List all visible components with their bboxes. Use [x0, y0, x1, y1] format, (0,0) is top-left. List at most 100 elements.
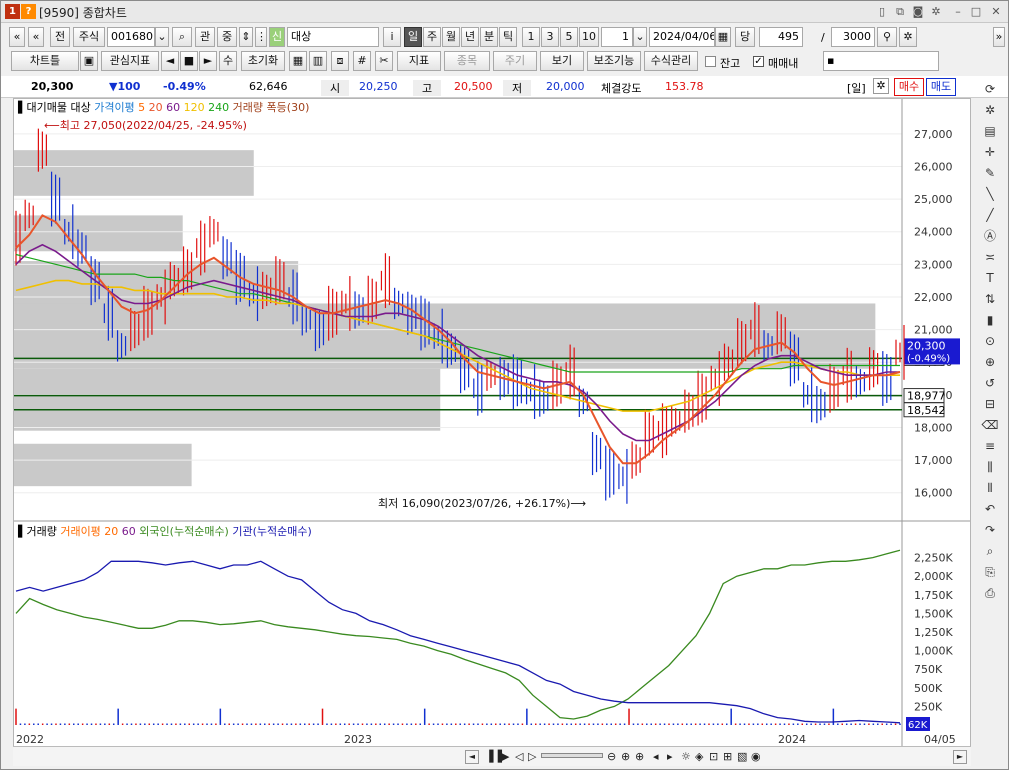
search-icon[interactable]: ⌕	[979, 541, 1001, 561]
scroll-left-button[interactable]: ◄	[465, 750, 479, 764]
scissors-icon[interactable]: ✂	[375, 51, 393, 71]
buy-button[interactable]: 매수	[894, 78, 924, 96]
measure-icon[interactable]: ⇅	[979, 289, 1001, 309]
zoom-query-icon[interactable]: ⚲	[877, 27, 897, 47]
fib-icon[interactable]: ≍	[979, 247, 1001, 267]
toolbar-more-button[interactable]: »	[993, 27, 1005, 47]
related-button[interactable]: 관	[195, 27, 215, 47]
date-input[interactable]: 2024/04/06	[649, 27, 715, 47]
period-overlay-button[interactable]: 주기	[493, 51, 537, 71]
pencil-icon[interactable]: ✎	[979, 163, 1001, 183]
chart-split-icon[interactable]: ⊟	[979, 394, 1001, 414]
one-plus-one-icon[interactable]: ⧈	[331, 51, 349, 71]
prev-arrow-button[interactable]: ◄	[161, 51, 179, 71]
favorite-indicator-button[interactable]: 관심지표	[101, 51, 159, 71]
count-input[interactable]: 495	[759, 27, 803, 47]
grid-icon[interactable]: ≡	[979, 436, 1001, 456]
aux-function-button[interactable]: 보조기능	[587, 51, 641, 71]
pattern-icon[interactable]: ▧	[737, 750, 747, 763]
num-10-button[interactable]: 10	[579, 27, 599, 47]
num-1-button[interactable]: 1	[522, 27, 540, 47]
formula-manage-button[interactable]: 수식관리	[644, 51, 698, 71]
link-icon[interactable]: ⧉	[893, 5, 907, 19]
auto-icon[interactable]: Ⓐ	[979, 226, 1001, 246]
next-screen-icon[interactable]: ▸	[667, 750, 673, 763]
bar-chart-icon[interactable]: ▤	[979, 121, 1001, 141]
step-forward-icon[interactable]: ▷	[528, 750, 536, 763]
zoom-plus-icon[interactable]: ⊕	[621, 750, 630, 763]
period-week-tab[interactable]: 주	[423, 27, 441, 47]
period-day-tab[interactable]: 일	[404, 27, 422, 47]
minimize-icon[interactable]: –	[951, 5, 965, 19]
zoom-in-icon[interactable]: ⊙	[979, 331, 1001, 351]
settings-icon[interactable]: ✲	[929, 5, 943, 19]
split-icon[interactable]: ▥	[309, 51, 327, 71]
next-arrow-button[interactable]: ►	[199, 51, 217, 71]
balance-checkbox[interactable]	[705, 56, 716, 67]
trade-option-field[interactable]: ▪	[823, 51, 939, 71]
hash-icon[interactable]: #	[353, 51, 371, 71]
chart-template-button[interactable]: 차트틀	[11, 51, 79, 71]
sun-icon[interactable]: ☼	[681, 750, 691, 763]
num-3-button[interactable]: 3	[541, 27, 559, 47]
text-icon[interactable]: T	[979, 268, 1001, 288]
table-icon[interactable]: ▦	[289, 51, 307, 71]
chart-area[interactable]: 27,000 26,000 25,000 24,000 23,000 22,000 21,0…	[13, 98, 971, 748]
stock-code-input[interactable]: 001680	[107, 27, 155, 47]
kind-button[interactable]: 주식	[73, 27, 105, 47]
period-month-tab[interactable]: 월	[442, 27, 460, 47]
interval-dropdown-icon[interactable]: ⌄	[633, 27, 647, 47]
help-icon[interactable]: ?	[21, 4, 36, 19]
close-icon[interactable]: ✕	[989, 5, 1003, 19]
su-button[interactable]: 수	[219, 51, 237, 71]
calendar-icon[interactable]: ▦	[715, 27, 731, 47]
parallel-icon[interactable]: ⫼	[979, 457, 1001, 477]
candle-icon[interactable]: ▮	[979, 310, 1001, 330]
num-5-button[interactable]: 5	[560, 27, 578, 47]
zoom-minus-icon[interactable]: ⊖	[607, 750, 616, 763]
nav-up-button[interactable]: «	[28, 27, 44, 47]
target-icon[interactable]: ◉	[751, 750, 761, 763]
line-tool-icon[interactable]: ╱	[979, 205, 1001, 225]
total-count-input[interactable]: 3000	[831, 27, 875, 47]
stock-name-field[interactable]: 대상	[287, 27, 379, 47]
vertical-icon[interactable]: ⦀	[979, 478, 1001, 498]
reset-button[interactable]: 초기화	[241, 51, 285, 71]
mode-button[interactable]: 중	[217, 27, 237, 47]
save-icon[interactable]: ⎙	[979, 583, 1001, 603]
refresh-icon[interactable]: ⟳	[979, 79, 1001, 99]
reset-icon[interactable]: ↺	[979, 373, 1001, 393]
slash-line-icon[interactable]: ╲	[979, 184, 1001, 204]
play-icon[interactable]: ▶	[501, 750, 509, 763]
spin-icon[interactable]: ⇕	[239, 27, 253, 47]
step-back-icon[interactable]: ◁	[515, 750, 523, 763]
info-button[interactable]: i	[383, 27, 401, 47]
frame-icon[interactable]: ⊡	[709, 750, 718, 763]
period-year-tab[interactable]: 년	[461, 27, 479, 47]
zoom-reset-icon[interactable]: ⊕	[635, 750, 644, 763]
maximize-icon[interactable]: □	[969, 5, 983, 19]
scroll-right-button[interactable]: ►	[953, 750, 967, 764]
nav-prev-button[interactable]: «	[9, 27, 25, 47]
stock-overlay-button[interactable]: 종목	[444, 51, 490, 71]
eraser-icon[interactable]: ⌫	[979, 415, 1001, 435]
search-button[interactable]: ⌕	[172, 27, 192, 47]
diamond-icon[interactable]: ◈	[695, 750, 703, 763]
pause-icon[interactable]: ▐▐	[485, 750, 502, 763]
all-button[interactable]: 전	[50, 27, 70, 47]
stop-button[interactable]: ■	[180, 51, 198, 71]
bookmark-icon[interactable]: ⎘	[979, 562, 1001, 582]
crosshair-icon[interactable]: ✛	[979, 142, 1001, 162]
camera-icon[interactable]: ◙	[911, 5, 925, 19]
period-tick-tab[interactable]: 틱	[499, 27, 517, 47]
chart-canvas[interactable]: 27,000 26,000 25,000 24,000 23,000 22,000 21,0…	[14, 99, 970, 747]
pricebar-gear-icon[interactable]: ✲	[873, 78, 889, 94]
sell-button[interactable]: 매도	[926, 78, 956, 96]
interval-input[interactable]: 1	[601, 27, 633, 47]
trade-checkbox[interactable]: ✓	[753, 56, 764, 67]
save-layout-icon[interactable]: ▣	[80, 51, 98, 71]
undo-icon[interactable]: ↶	[979, 499, 1001, 519]
menu-dots-icon[interactable]: ⋮	[255, 27, 267, 47]
indicator-button[interactable]: 지표	[397, 51, 441, 71]
redo-icon[interactable]: ↷	[979, 520, 1001, 540]
